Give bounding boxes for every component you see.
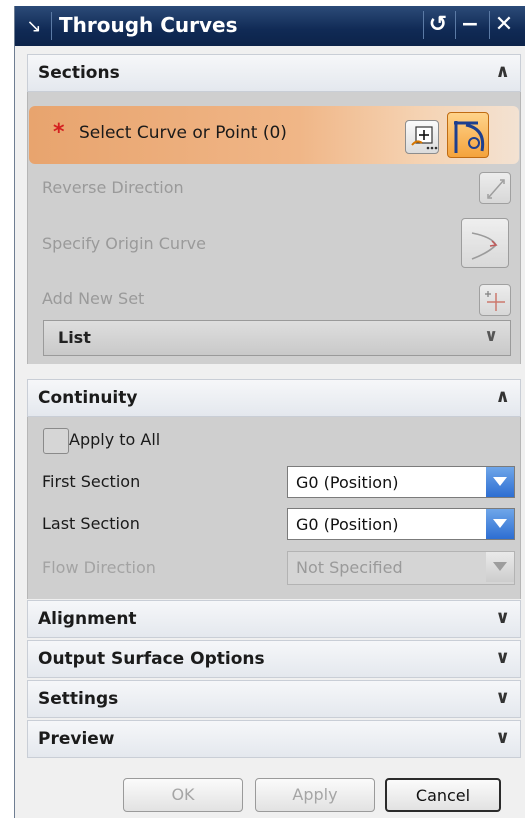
close-icon[interactable]: ✕ — [489, 11, 518, 39]
chevron-up-icon[interactable]: ∧ — [495, 61, 510, 82]
select-curve-row[interactable]: * Select Curve or Point (0) — [29, 106, 519, 164]
cancel-button[interactable]: Cancel — [385, 778, 501, 812]
last-section-select[interactable]: G0 (Position) — [287, 508, 515, 540]
curve-select-icon — [454, 121, 485, 153]
apply-to-all-checkbox[interactable] — [43, 428, 69, 454]
chevron-up-icon[interactable]: ∧ — [495, 386, 510, 407]
alignment-header-label: Alignment — [38, 609, 137, 629]
apply-button[interactable]: Apply — [255, 778, 375, 812]
list-expander[interactable]: List ∨ — [43, 320, 511, 356]
alignment-group-header[interactable]: Alignment ∨ — [27, 600, 521, 638]
dropdown-arrow-icon[interactable] — [486, 552, 514, 582]
through-curves-dialog: ↘ Through Curves ↺ − ✕ Sections ∧ * Sele… — [14, 6, 525, 818]
first-section-label: First Section — [42, 472, 141, 491]
dropdown-arrow-icon[interactable] — [486, 467, 514, 497]
sections-header-label: Sections — [38, 63, 120, 83]
chevron-down-icon[interactable]: ∨ — [495, 607, 510, 628]
minimize-icon[interactable]: − — [455, 11, 484, 39]
flow-direction-label: Flow Direction — [42, 558, 156, 577]
list-label: List — [58, 328, 91, 347]
pointer-icon: ↘ — [26, 16, 42, 37]
select-curve-label: Select Curve or Point (0) — [79, 123, 287, 143]
last-section-label: Last Section — [42, 514, 140, 533]
preview-header-label: Preview — [38, 729, 115, 749]
ok-button[interactable]: OK — [123, 778, 243, 812]
flow-direction-value: Not Specified — [296, 558, 403, 577]
add-new-set-button[interactable] — [479, 284, 511, 316]
reverse-direction-label: Reverse Direction — [42, 178, 184, 197]
origin-curve-icon — [471, 232, 498, 260]
chevron-down-icon[interactable]: ∨ — [484, 326, 498, 346]
reverse-direction-icon — [487, 179, 505, 199]
required-star-icon: * — [53, 120, 65, 145]
preview-group-header[interactable]: Preview ∨ — [27, 720, 521, 758]
output-surface-options-group-header[interactable]: Output Surface Options ∨ — [27, 640, 521, 678]
last-section-value: G0 (Position) — [296, 515, 399, 534]
specify-origin-curve-button[interactable] — [461, 218, 509, 268]
settings-header-label: Settings — [38, 689, 119, 709]
chevron-down-icon[interactable]: ∨ — [495, 687, 510, 708]
specify-origin-curve-label: Specify Origin Curve — [42, 234, 206, 253]
apply-to-all-label: Apply to All — [69, 430, 161, 449]
output-surface-options-label: Output Surface Options — [38, 649, 265, 669]
continuity-header-label: Continuity — [38, 388, 138, 408]
add-set-icon — [485, 291, 505, 311]
curve-rule-icon — [411, 126, 438, 150]
reverse-direction-button[interactable] — [479, 172, 511, 204]
select-curve-button[interactable] — [447, 112, 489, 158]
first-section-select[interactable]: G0 (Position) — [287, 466, 515, 498]
continuity-group-header[interactable]: Continuity ∧ — [27, 379, 521, 417]
settings-group-header[interactable]: Settings ∨ — [27, 680, 521, 718]
reset-icon[interactable]: ↺ — [423, 11, 452, 39]
first-section-value: G0 (Position) — [296, 473, 399, 492]
dropdown-arrow-icon[interactable] — [486, 509, 514, 539]
title-bar[interactable]: ↘ Through Curves ↺ − ✕ — [15, 6, 525, 46]
dialog-title: Through Curves — [59, 13, 238, 37]
chevron-down-icon[interactable]: ∨ — [495, 727, 510, 748]
flow-direction-select[interactable]: Not Specified — [287, 551, 515, 585]
sections-group-header[interactable]: Sections ∧ — [27, 54, 521, 92]
chevron-down-icon[interactable]: ∨ — [495, 647, 510, 668]
curve-rule-button[interactable] — [405, 120, 439, 154]
title-separator — [51, 12, 52, 40]
add-new-set-label: Add New Set — [42, 289, 145, 308]
